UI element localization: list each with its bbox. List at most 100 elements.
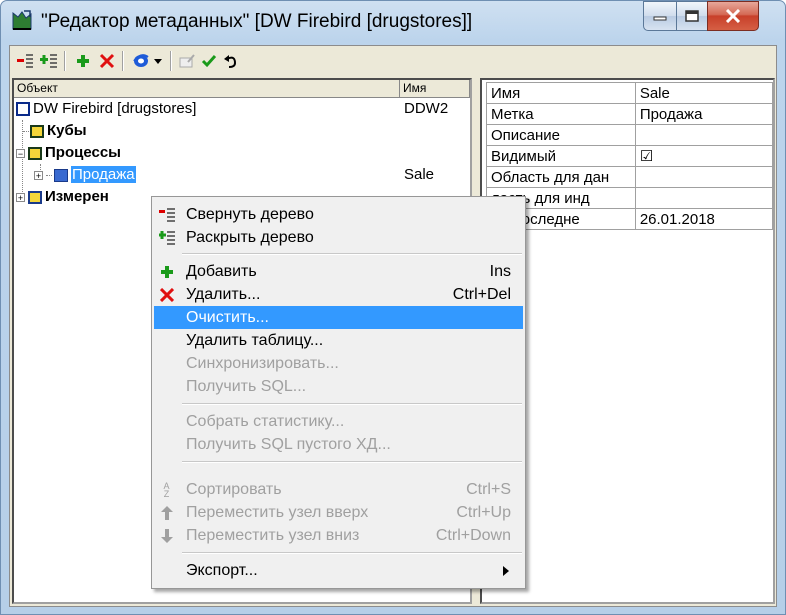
collapse-tree-tool-button[interactable] [14, 50, 36, 72]
tree-node-dimensions[interactable]: + Измерен [16, 186, 109, 208]
property-row[interactable]: ласть для инд [486, 187, 774, 209]
processes-folder-icon [28, 146, 42, 160]
tree-guide-line [46, 174, 52, 176]
submenu-arrow-icon [503, 566, 509, 576]
menu-item-move-up[interactable]: Переместить узел вверх Ctrl+Up [154, 501, 523, 524]
property-key: Видимый [486, 145, 636, 167]
menu-item-label: Очистить... [186, 309, 269, 326]
toolbar-separator [64, 51, 66, 71]
menu-item-label: Получить SQL пустого ХД... [186, 436, 391, 453]
metadata-editor-icon [11, 9, 33, 31]
menu-item-delete[interactable]: Удалить... Ctrl+Del [154, 283, 523, 306]
context-menu: Свернуть дерево Раскрыть дерево Добавить… [151, 196, 526, 589]
tree-node-label: Продажа [71, 166, 136, 183]
process-icon [54, 168, 68, 182]
tree-node-name: DDW2 [404, 100, 449, 117]
menu-item-sort[interactable]: AZ Сортировать Ctrl+S [154, 478, 523, 501]
property-value[interactable] [634, 124, 774, 146]
property-row[interactable]: Видимый ☑ [486, 145, 774, 167]
visible-checkbox[interactable]: ☑ [634, 145, 774, 167]
toolbar-separator [170, 51, 172, 71]
menu-separator [182, 461, 522, 463]
menu-item-clear[interactable]: Очистить... [154, 306, 523, 329]
menu-item-shortcut: Ctrl+Del [452, 286, 511, 303]
plus-icon [77, 55, 89, 67]
tree-node-label: Процессы [45, 144, 121, 161]
menu-item-delete-table[interactable]: Удалить таблицу... [154, 329, 523, 352]
plus-icon [158, 263, 175, 280]
menu-item-get-sql-empty[interactable]: Получить SQL пустого ХД... [154, 433, 523, 456]
tree-node-label: Измерен [45, 188, 109, 205]
minimize-button[interactable] [643, 1, 677, 31]
add-tool-button[interactable] [72, 50, 94, 72]
column-header-name[interactable]: Имя [400, 80, 470, 98]
menu-item-move-down[interactable]: Переместить узел вниз Ctrl+Down [154, 524, 523, 547]
delete-x-icon [158, 286, 175, 303]
property-value[interactable]: Sale [634, 82, 774, 104]
maximize-icon [677, 2, 707, 30]
expand-expander-icon[interactable]: + [34, 170, 43, 180]
maximize-button[interactable] [676, 1, 708, 31]
property-key: Метка [486, 103, 636, 125]
tree-node-root[interactable]: DW Firebird [drugstores] DDW2 [16, 98, 470, 120]
tree-node-processes[interactable]: − Процессы [16, 142, 121, 164]
menu-item-label: Получить SQL... [186, 378, 307, 395]
delete-tool-button[interactable] [96, 50, 118, 72]
menu-item-label: Удалить таблицу... [186, 332, 324, 349]
menu-item-get-sql[interactable]: Получить SQL... [154, 375, 523, 398]
collapse-expander-icon[interactable]: − [16, 148, 25, 158]
property-row[interactable]: Область для дан [486, 166, 774, 188]
menu-item-add[interactable]: Добавить Ins [154, 260, 523, 283]
column-header-object[interactable]: Объект [14, 80, 400, 98]
cube-icon [16, 102, 30, 117]
menu-item-label: Удалить... [186, 286, 261, 303]
edit-form-icon [179, 54, 195, 68]
undo-icon [224, 55, 237, 68]
menu-item-collapse-tree[interactable]: Свернуть дерево [154, 203, 523, 226]
menu-item-label: Синхронизировать... [186, 355, 339, 372]
menu-item-collect-statistics[interactable]: Собрать статистику... [154, 410, 523, 433]
property-value[interactable]: 26.01.2018 [634, 208, 774, 230]
tree-node-sale[interactable]: + Продажа Sale [34, 164, 470, 186]
close-icon [708, 2, 758, 30]
property-row[interactable]: Описание [486, 124, 774, 146]
editor-window: "Редактор метаданных" [DW Firebird [drug… [0, 0, 786, 615]
menu-item-shortcut: Ins [489, 263, 511, 280]
tree-node-label: Кубы [47, 122, 87, 139]
browser-dropdown-button[interactable] [152, 50, 164, 72]
title-bar[interactable]: "Редактор метаданных" [DW Firebird [drug… [1, 1, 785, 43]
tree-node-cubes[interactable]: Кубы [30, 120, 87, 142]
chevron-down-icon [154, 58, 162, 64]
property-value[interactable] [634, 187, 774, 209]
property-row[interactable]: Метка Продажа [486, 103, 774, 125]
menu-item-label: Сортировать [186, 481, 282, 498]
apply-tool-button[interactable] [198, 50, 220, 72]
property-key: Область для дан [486, 166, 636, 188]
menu-item-shortcut: Ctrl+S [466, 481, 511, 498]
menu-item-shortcut: Ctrl+Up [456, 504, 511, 521]
browser-tool-button[interactable] [130, 50, 152, 72]
toolbar-separator [122, 51, 124, 71]
undo-tool-button[interactable] [220, 50, 242, 72]
close-button[interactable] [707, 1, 759, 31]
menu-item-synchronize[interactable]: Синхронизировать... [154, 352, 523, 375]
property-row[interactable]: Имя Sale [486, 82, 774, 104]
menu-item-label: Переместить узел вниз [186, 527, 360, 544]
dimensions-folder-icon [28, 190, 42, 204]
expand-expander-icon[interactable]: + [16, 192, 25, 202]
menu-item-export[interactable]: Экспорт... [154, 559, 523, 582]
property-row[interactable]: мя последне 26.01.2018 [486, 208, 774, 230]
property-value[interactable] [634, 166, 774, 188]
arrow-down-icon [158, 527, 175, 544]
expand-tree-tool-button[interactable] [38, 50, 60, 72]
edit-tool-button[interactable] [176, 50, 198, 72]
menu-item-label: Добавить [186, 263, 257, 280]
menu-item-expand-tree[interactable]: Раскрыть дерево [154, 226, 523, 249]
property-value[interactable]: Продажа [634, 103, 774, 125]
menu-item-shortcut: Ctrl+Down [435, 527, 511, 544]
properties-table: Имя Sale Метка Продажа Описание Видимый ☑ О… [486, 82, 774, 230]
tree-node-label: DW Firebird [drugstores] [33, 100, 197, 117]
property-key: Описание [486, 124, 636, 146]
menu-separator [182, 403, 522, 405]
sort-az-icon: AZ [163, 480, 170, 499]
